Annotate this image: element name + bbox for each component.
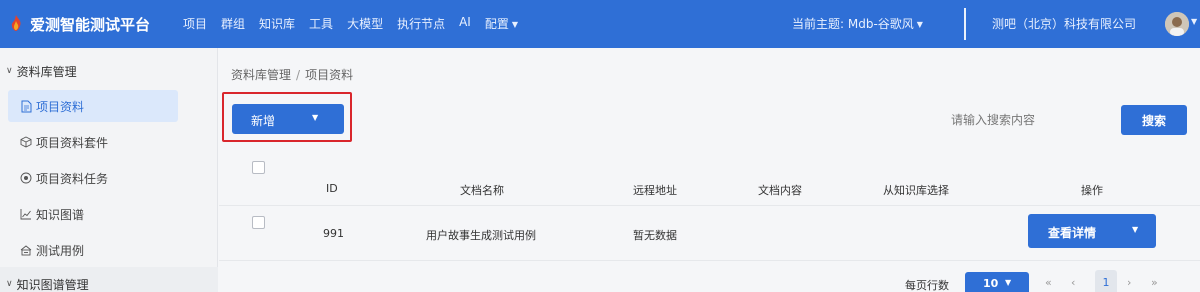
first-page-icon[interactable]: «: [1045, 276, 1052, 289]
top-navbar: 爱测智能测试平台 项目 群组 知识库 工具 大模型 执行节点 AI 配置 ▼ 当前…: [0, 0, 1200, 48]
page-number-current[interactable]: 1: [1095, 270, 1117, 292]
chevron-down-icon: ∨: [6, 66, 13, 76]
nav-item-project[interactable]: 项目: [183, 15, 207, 32]
target-icon: [19, 171, 33, 185]
rows-per-page-label: 每页行数: [905, 279, 949, 292]
sidebar-item-project-kits[interactable]: 项目资料套件: [8, 126, 178, 158]
sidebar-item-label: 项目资料任务: [36, 171, 109, 186]
app-title[interactable]: 爱测智能测试平台: [30, 14, 150, 35]
page-size-select[interactable]: 10 ▼: [965, 272, 1029, 292]
cube-icon: [19, 135, 33, 149]
pagination: 每页行数 10 ▼ « ‹ 1 › »: [219, 270, 1200, 292]
cases-icon: [19, 243, 33, 257]
search-input[interactable]: [939, 106, 1119, 134]
column-header-id[interactable]: ID: [326, 182, 338, 195]
caret-down-icon[interactable]: ▼: [312, 113, 318, 122]
caret-down-icon: ▼: [1005, 278, 1012, 287]
sidebar-item-test-cases[interactable]: 测试用例: [8, 234, 178, 266]
cell-id: 991: [323, 227, 344, 240]
sidebar-item-label: 知识图谱: [36, 207, 85, 222]
theme-label: 当前主题: Mdb-谷歌风: [792, 17, 914, 31]
breadcrumb-separator: /: [296, 68, 301, 82]
sidebar-group-label: 知识图谱管理: [16, 277, 89, 292]
nav-item-knowledge-base[interactable]: 知识库: [259, 15, 295, 32]
caret-down-icon[interactable]: ▼: [1132, 225, 1138, 234]
chevron-down-icon: ∨: [6, 279, 13, 289]
nav-item-group[interactable]: 群组: [221, 15, 245, 32]
nav-item-ai[interactable]: AI: [459, 15, 471, 32]
table-header-row: ID 文档名称 远程地址 文档内容 从知识库选择 操作: [219, 152, 1200, 206]
document-icon: [19, 99, 33, 113]
user-menu-caret-icon[interactable]: ▼: [1191, 17, 1197, 26]
page-size-value: 10: [983, 277, 999, 290]
column-header-content[interactable]: 文档内容: [758, 182, 802, 198]
table-row: 991 用户故事生成测试用例 暂无数据 查看详情 ▼: [219, 207, 1200, 261]
nav-item-config[interactable]: 配置 ▼: [485, 15, 518, 32]
user-avatar[interactable]: [1165, 12, 1189, 36]
view-details-button[interactable]: 查看详情 ▼: [1028, 214, 1156, 248]
select-all-checkbox[interactable]: [252, 161, 265, 174]
nav-item-llm[interactable]: 大模型: [347, 15, 383, 32]
sidebar-item-label: 测试用例: [36, 243, 85, 258]
nav-item-exec-node[interactable]: 执行节点: [397, 15, 445, 32]
prev-page-icon[interactable]: ‹: [1071, 276, 1075, 289]
column-header-actions: 操作: [1081, 184, 1103, 197]
sidebar-group-label: 资料库管理: [16, 64, 77, 79]
sidebar-item-label: 项目资料: [36, 99, 85, 114]
nav-config-label: 配置: [484, 17, 509, 31]
sidebar-item-label: 项目资料套件: [36, 135, 109, 150]
last-page-icon[interactable]: »: [1151, 276, 1158, 289]
add-button-label: 新增: [251, 114, 276, 128]
sidebar-item-project-docs[interactable]: 项目资料: [8, 90, 178, 122]
avatar-icon: [1165, 12, 1189, 36]
header-divider: [964, 8, 966, 40]
main-nav: 项目 群组 知识库 工具 大模型 执行节点 AI 配置 ▼: [183, 15, 518, 32]
column-header-remote[interactable]: 远程地址: [633, 182, 677, 198]
search-button[interactable]: 搜索: [1121, 105, 1187, 135]
cell-doc-name: 用户故事生成测试用例: [426, 229, 536, 242]
view-details-label: 查看详情: [1048, 226, 1097, 240]
sidebar-group-library[interactable]: ∨ 资料库管理: [0, 54, 218, 88]
main-content: 资料库管理 / 项目资料 新增 ▼ 搜索 ID 文档名称 远程地址 文档内容 从知识…: [219, 48, 1200, 292]
theme-selector[interactable]: 当前主题: Mdb-谷歌风 ▼: [792, 15, 923, 32]
sidebar-item-knowledge-graph[interactable]: 知识图谱: [8, 198, 178, 230]
next-page-icon[interactable]: ›: [1127, 276, 1131, 289]
breadcrumb-item[interactable]: 资料库管理: [231, 68, 291, 82]
sidebar-group-graph[interactable]: ∨ 知识图谱管理: [0, 267, 218, 292]
add-button[interactable]: 新增 ▼: [232, 104, 344, 134]
breadcrumb-current: 项目资料: [305, 68, 354, 82]
caret-down-icon: ▼: [511, 20, 519, 29]
cell-remote: 暂无数据: [633, 229, 677, 242]
column-header-kb-select[interactable]: 从知识库选择: [883, 182, 949, 198]
breadcrumb: 资料库管理 / 项目资料: [231, 66, 353, 83]
logo-icon: [11, 15, 21, 31]
caret-down-icon: ▼: [916, 20, 923, 29]
sidebar-item-project-tasks[interactable]: 项目资料任务: [8, 162, 178, 194]
nav-item-tools[interactable]: 工具: [309, 15, 333, 32]
row-checkbox[interactable]: [252, 216, 265, 229]
column-header-doc-name[interactable]: 文档名称: [460, 182, 504, 198]
company-name[interactable]: 测吧（北京）科技有限公司: [992, 15, 1136, 32]
chart-line-icon: [19, 207, 33, 221]
sidebar: ∨ 资料库管理 项目资料 项目资料套件 项目资料任务 知识图谱 测试用例 ∨ 知…: [0, 48, 218, 292]
